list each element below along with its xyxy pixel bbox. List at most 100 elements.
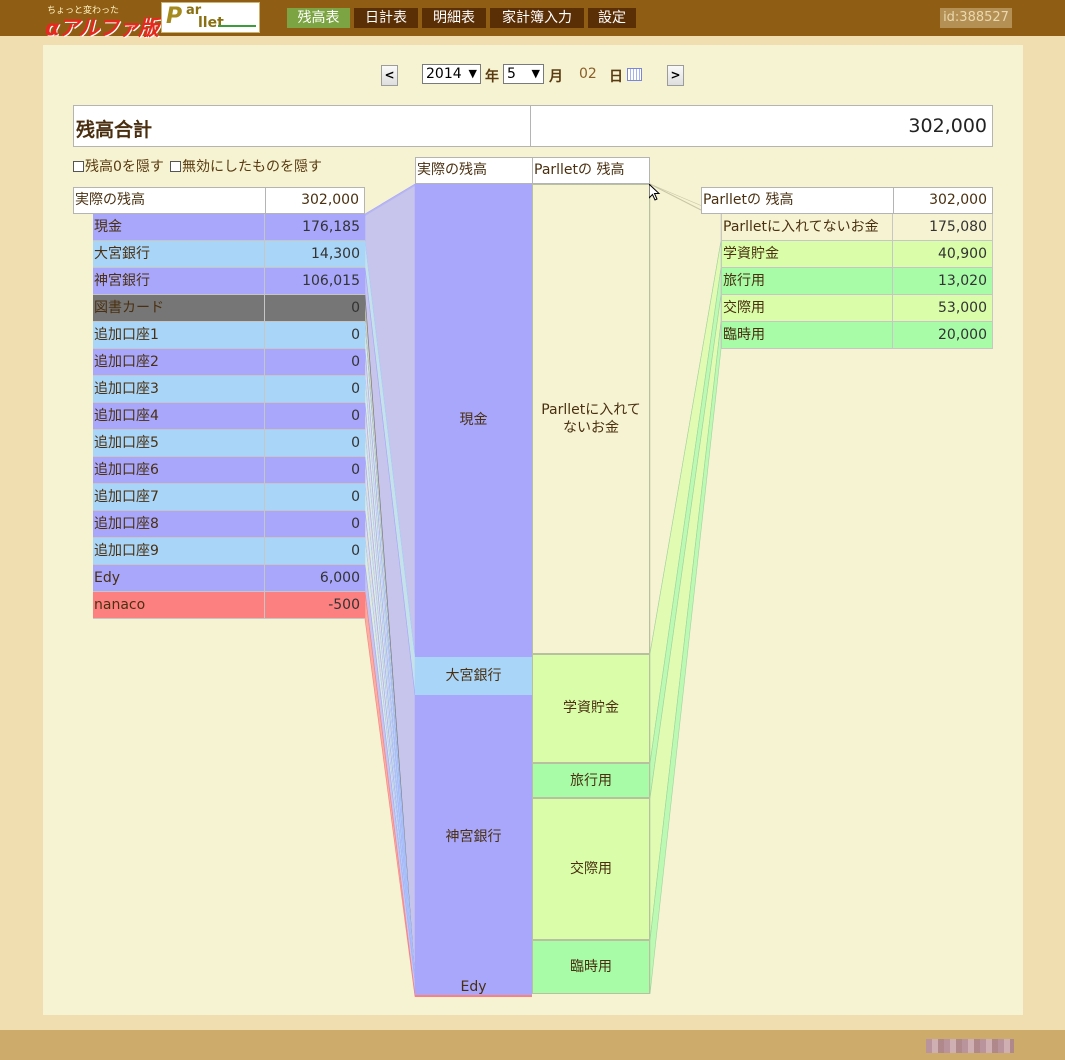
actual-balance-row[interactable]: 追加口座8 0 [93, 511, 365, 538]
account-name: 追加口座8 [94, 516, 159, 532]
pocket-name: 臨時用 [723, 327, 765, 343]
year-value: 2014 [426, 66, 462, 82]
calendar-icon[interactable] [627, 68, 642, 81]
nav-tab-settings[interactable]: 設定 [588, 8, 636, 28]
account-name: 追加口座3 [94, 381, 159, 397]
chart-segment-label: 大宮銀行 [445, 667, 502, 684]
actual-balance-row[interactable]: 追加口座1 0 [93, 322, 365, 349]
parllet-balance-row[interactable]: 交際用 53,000 [721, 295, 993, 322]
actual-balance-row[interactable]: 追加口座7 0 [93, 484, 365, 511]
account-name: Edy [94, 570, 121, 586]
nav-tab-details[interactable]: 明細表 [422, 8, 486, 28]
month-value: 5 [507, 66, 516, 82]
actual-balance-row[interactable]: 追加口座6 0 [93, 457, 365, 484]
parllet-balance-row[interactable]: 旅行用 13,020 [721, 268, 993, 295]
account-balance: 0 [264, 430, 365, 456]
hide-disabled-checkbox[interactable]: 無効にしたものを隠す [170, 156, 322, 176]
day-suffix: 日 [609, 69, 623, 85]
header-divider [893, 187, 894, 214]
chart-actual-segment [415, 995, 532, 997]
account-name: 図書カード [94, 300, 164, 316]
pocket-name: 旅行用 [723, 273, 765, 289]
nav-tab-household-input[interactable]: 家計簿入力 [490, 8, 584, 28]
chart-segment-label: 神宮銀行 [445, 829, 502, 846]
account-name: 追加口座6 [94, 462, 159, 478]
actual-balance-row[interactable]: 神宮銀行 106,015 [93, 268, 365, 295]
footer-bar [0, 1030, 1065, 1060]
checkbox-icon [73, 161, 84, 172]
parllet-balance-header-value: 302,000 [929, 192, 987, 208]
account-name: 神宮銀行 [94, 273, 150, 289]
total-balance-box: 残高合計 302,000 [73, 105, 993, 147]
actual-balance-row[interactable]: 大宮銀行 14,300 [93, 241, 365, 268]
actual-balance-row[interactable]: 追加口座9 0 [93, 538, 365, 565]
parllet-logo[interactable]: P ar llet [161, 2, 260, 33]
chart-actual-segment: Edy [415, 979, 532, 996]
chart-actual-segment: 大宮銀行 [415, 656, 532, 695]
account-name: nanaco [94, 597, 146, 613]
chart-segment-label: 旅行用 [570, 772, 612, 789]
actual-balance-row[interactable]: Edy 6,000 [93, 565, 365, 592]
nav-tab-balance[interactable]: 残高表 [287, 8, 350, 28]
parllet-logo-llet: llet [198, 15, 224, 31]
logo-title: αアルファ版 [45, 16, 159, 40]
chart-segment-label: 学資貯金 [563, 700, 619, 717]
chevron-down-icon: ▼ [531, 67, 540, 80]
pocket-balance: 40,900 [892, 241, 992, 267]
actual-balance-row[interactable]: 追加口座5 0 [93, 430, 365, 457]
account-balance: 106,015 [264, 268, 365, 294]
parllet-balance-row[interactable]: 学資貯金 40,900 [721, 241, 993, 268]
header-divider [532, 157, 533, 184]
actual-balance-row[interactable]: nanaco -500 [93, 592, 365, 619]
actual-balance-row[interactable]: 追加口座4 0 [93, 403, 365, 430]
chart-parllet-segment: 交際用 [532, 798, 650, 941]
account-balance: 0 [264, 511, 365, 537]
hide-zero-checkbox[interactable]: 残高0を隠す [73, 156, 164, 176]
total-balance-title: 残高合計 [76, 119, 153, 141]
parllet-balance-row[interactable]: 臨時用 20,000 [721, 322, 993, 349]
account-balance: 0 [264, 322, 365, 348]
day-value: 02 [579, 66, 597, 82]
year-select[interactable]: 2014 ▼ [422, 64, 481, 84]
chart-header-actual: 実際の残高 [417, 162, 487, 178]
actual-balance-header-label: 実際の残高 [75, 192, 145, 208]
month-select[interactable]: 5 ▼ [503, 64, 544, 84]
chart-actual-segment: 現金 [415, 184, 532, 657]
account-balance: 176,185 [264, 214, 365, 240]
app-logo[interactable]: ちょっと変わった αアルファ版 [45, 3, 159, 40]
parllet-balance-header: Parlletの 残高 302,000 [701, 187, 993, 214]
parllet-logo-arrow [218, 25, 256, 27]
account-name: 追加口座2 [94, 354, 159, 370]
actual-balance-header: 実際の残高 302,000 [73, 187, 365, 214]
parllet-logo-p: P [166, 4, 183, 29]
account-balance: 0 [264, 295, 365, 321]
top-bar: ちょっと変わった αアルファ版 P ar llet 残高表 日計表 明細表 家計… [0, 0, 1065, 40]
hide-disabled-label: 無効にしたものを隠す [182, 159, 322, 175]
chart-actual-segment: 神宮銀行 [415, 694, 532, 980]
chart-segment-label: 交際用 [570, 861, 612, 878]
account-name: 追加口座7 [94, 489, 159, 505]
parllet-balance-header-label: Parlletの 残高 [703, 192, 794, 208]
pocket-name: Parlletに入れてないお金 [723, 219, 879, 235]
total-balance-value: 302,000 [908, 115, 987, 137]
account-name: 追加口座4 [94, 408, 159, 424]
chart-header: 実際の残高 Parlletの 残高 [415, 157, 650, 184]
chart-parllet-segment: 学資貯金 [532, 653, 650, 764]
actual-balance-row[interactable]: 現金 176,185 [93, 214, 365, 241]
hide-zero-label: 残高0を隠す [85, 159, 164, 175]
actual-balance-row[interactable]: 図書カード 0 [93, 295, 365, 322]
account-name: 追加口座1 [94, 327, 159, 343]
actual-balance-row[interactable]: 追加口座3 0 [93, 376, 365, 403]
actual-balance-row[interactable]: 追加口座2 0 [93, 349, 365, 376]
account-balance: 6,000 [264, 565, 365, 591]
pocket-balance: 53,000 [892, 295, 992, 321]
prev-date-button[interactable]: < [381, 65, 398, 86]
total-divider [530, 106, 531, 146]
chart-parllet-segment: 臨時用 [532, 940, 650, 994]
account-balance: 0 [264, 457, 365, 483]
pocket-balance: 175,080 [892, 214, 992, 240]
parllet-balance-row[interactable]: Parlletに入れてないお金 175,080 [721, 214, 993, 241]
nav-tab-daily[interactable]: 日計表 [354, 8, 418, 28]
next-date-button[interactable]: > [667, 65, 684, 86]
account-name: 追加口座9 [94, 543, 159, 559]
